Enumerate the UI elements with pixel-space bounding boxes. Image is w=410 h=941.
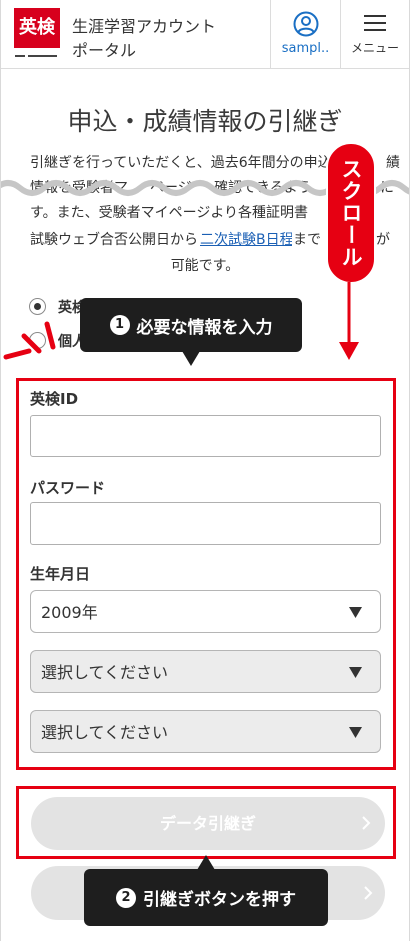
page-title: 申込・成績情報の引継ぎ [67,107,343,136]
chevron-right-icon [362,816,371,830]
dropdown-arrow-icon [349,667,362,678]
step-number-badge: 2 [116,887,136,908]
birth-year-select[interactable]: 2009年 [30,590,381,633]
birth-month-value: 選択してください [41,663,169,682]
eiken-logo[interactable]: 英検 [14,8,60,48]
intro-text: 試験ウェブ合否公開日から [30,232,198,248]
dropdown-arrow-icon [349,727,362,738]
step1-callout-pointer [182,351,200,366]
chevron-right-icon [364,886,373,900]
account-button[interactable]: sampl.. [271,0,340,68]
birth-day-select[interactable]: 選択してください [30,710,381,753]
step2-callout-pointer [197,855,215,870]
birthdate-label: 生年月日 [30,565,91,583]
dropdown-arrow-icon [349,607,362,618]
emphasis-marks-icon [3,321,56,360]
portal-title-line1: 生涯学習アカウント [72,17,217,36]
eiken-id-label: 英検ID [30,390,79,408]
logo-tagline-graphic [15,53,59,59]
radio-option-eiken[interactable] [29,298,46,315]
password-input[interactable] [30,502,381,545]
eiken-id-input[interactable] [30,415,381,457]
step2-text: 引継ぎボタンを押す [143,890,296,910]
step-number-badge: 1 [109,315,130,335]
account-label: sampl.. [281,41,330,56]
hamburger-icon [364,15,386,31]
birth-day-value: 選択してください [41,723,169,742]
radio-selected-dot [34,303,41,310]
scroll-arrow-icon [339,282,359,360]
menu-button[interactable]: メニュー [341,0,409,68]
step1-callout: 1 必要な情報を入力 [80,298,302,352]
password-label: パスワード [30,479,106,497]
step1-text: 必要な情報を入力 [136,317,273,338]
scroll-annotation-badge: スクロール [326,142,376,284]
menu-label: メニュー [350,41,399,55]
app-header: 英検 生涯学習アカウント ポータル sampl.. メニュー [0,0,410,69]
intro-text: まで [293,232,321,248]
birth-month-select[interactable]: 選択してください [30,650,381,693]
intro-text: す。また、受験者マイページより各種証明書 [30,205,309,221]
data-transfer-button-label: データ引継ぎ [159,814,256,833]
birth-year-value: 2009年 [41,603,98,622]
data-transfer-button[interactable]: データ引継ぎ [31,797,385,850]
intro-text: が [376,232,390,248]
user-icon [293,11,318,37]
portal-title-line2: ポータル [72,41,137,60]
step2-callout: 2 引継ぎボタンを押す [84,869,328,926]
second-exam-schedule-link[interactable]: 二次試験B日程 [200,230,292,250]
